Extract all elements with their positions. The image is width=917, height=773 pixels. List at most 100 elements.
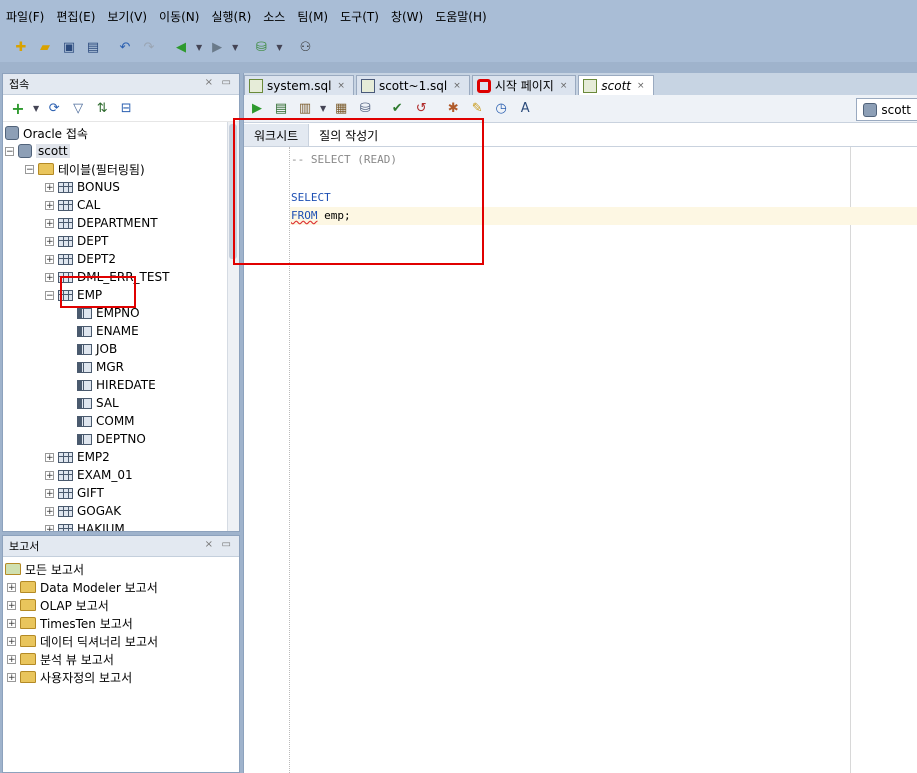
open-folder-icon[interactable]: ▰	[36, 38, 54, 56]
run-script-icon[interactable]: ▤	[272, 100, 290, 118]
table-node[interactable]: + EXAM_01	[45, 466, 133, 484]
close-tab-icon[interactable]: ×	[560, 81, 568, 91]
add-connection-dropdown-icon[interactable]: ▼	[33, 104, 39, 113]
menu-view[interactable]: 보기(V)	[107, 8, 147, 25]
report-folder-node[interactable]: + 분석 뷰 보고서	[7, 650, 114, 668]
report-folder-node[interactable]: + OLAP 보고서	[7, 596, 109, 614]
add-connection-icon[interactable]: +	[9, 99, 27, 118]
sql-history-icon[interactable]: ◷	[492, 100, 510, 118]
save-icon[interactable]: ▣	[60, 38, 78, 56]
unshared-worksheet-icon[interactable]: ✱	[444, 100, 462, 118]
expand-icon[interactable]: +	[7, 672, 16, 682]
menu-run[interactable]: 실행(R)	[211, 8, 251, 25]
close-tab-icon[interactable]: ×	[637, 81, 645, 91]
expand-icon[interactable]: +	[7, 618, 16, 628]
menu-tools[interactable]: 도구(T)	[340, 8, 379, 25]
collapse-icon[interactable]: −	[25, 164, 34, 174]
menu-window[interactable]: 창(W)	[391, 8, 423, 25]
expand-icon[interactable]: +	[45, 470, 54, 480]
table-node[interactable]: + DEPT2	[45, 250, 116, 268]
column-node[interactable]: COMM	[77, 412, 135, 430]
table-node[interactable]: + EMP2	[45, 448, 110, 466]
binoculars-icon[interactable]: ⚇	[296, 38, 314, 56]
column-node[interactable]: DEPTNO	[77, 430, 146, 448]
rollback-icon[interactable]: ↺	[412, 100, 430, 118]
tab-document[interactable]: system.sql ×	[244, 75, 354, 95]
oracle-connections-node[interactable]: Oracle 접속	[5, 124, 88, 142]
report-folder-node[interactable]: + Data Modeler 보고서	[7, 578, 158, 596]
close-icon[interactable]: ×	[205, 539, 213, 550]
close-tab-icon[interactable]: ×	[337, 81, 345, 91]
refresh-icon[interactable]: ⟳	[45, 99, 63, 117]
table-node[interactable]: + DEPT	[45, 232, 108, 250]
table-node[interactable]: + HAKJUM	[45, 520, 125, 531]
commit-icon[interactable]: ✔	[388, 100, 406, 118]
expand-icon[interactable]: +	[45, 488, 54, 498]
close-tab-icon[interactable]: ×	[453, 81, 461, 91]
sql-worksheet-icon[interactable]: ⛁	[252, 38, 270, 56]
column-node[interactable]: SAL	[77, 394, 119, 412]
menu-team[interactable]: 팀(M)	[297, 8, 328, 25]
collapse-icon[interactable]: −	[5, 146, 14, 156]
minimize-icon[interactable]: ▭	[222, 539, 231, 550]
close-icon[interactable]: ×	[205, 77, 213, 88]
expand-icon[interactable]: +	[45, 200, 54, 210]
forward-dropdown-icon[interactable]: ▼	[232, 43, 238, 52]
tab-document[interactable]: 시작 페이지 ×	[471, 75, 577, 95]
expand-icon[interactable]: +	[45, 218, 54, 228]
sql-tuning-icon[interactable]: ⛁	[356, 100, 374, 118]
table-node[interactable]: + GIFT	[45, 484, 104, 502]
explain-plan-icon[interactable]: ▦	[332, 100, 350, 118]
save-all-icon[interactable]: ▤	[84, 38, 102, 56]
new-icon[interactable]: ✚	[12, 38, 30, 56]
minimize-icon[interactable]: ▭	[222, 77, 231, 88]
expand-icon[interactable]: +	[7, 654, 16, 664]
menu-file[interactable]: 파일(F)	[6, 8, 44, 25]
column-node[interactable]: ENAME	[77, 322, 139, 340]
undo-icon[interactable]: ↶	[116, 38, 134, 56]
format-icon[interactable]: A	[516, 100, 534, 118]
tab-document[interactable]: scott~1.sql ×	[355, 75, 470, 95]
expand-icon[interactable]: +	[45, 506, 54, 516]
menu-help[interactable]: 도움말(H)	[435, 8, 487, 25]
forward-icon[interactable]: ▶	[208, 38, 226, 56]
sql-worksheet-dropdown-icon[interactable]: ▼	[276, 43, 282, 52]
menu-source[interactable]: 소스	[263, 8, 285, 25]
back-dropdown-icon[interactable]: ▼	[196, 43, 202, 52]
menu-navigate[interactable]: 이동(N)	[159, 8, 199, 25]
column-node[interactable]: HIREDATE	[77, 376, 156, 394]
collapse-all-icon[interactable]: ⊟	[117, 99, 135, 117]
expand-icon[interactable]: +	[45, 236, 54, 246]
expand-icon[interactable]: +	[45, 182, 54, 192]
redo-icon[interactable]: ↷	[140, 38, 158, 56]
expand-icon[interactable]: +	[45, 524, 54, 531]
expand-icon[interactable]: +	[7, 636, 16, 646]
collapse-icon[interactable]: −	[45, 290, 54, 300]
clear-icon[interactable]: ✎	[468, 100, 486, 118]
autotrace-icon[interactable]: ▥	[296, 100, 314, 118]
connection-selector[interactable]: scott	[856, 98, 917, 121]
column-node[interactable]: JOB	[77, 340, 117, 358]
expand-icon[interactable]: +	[7, 582, 16, 592]
report-folder-node[interactable]: + 데이터 딕셔너리 보고서	[7, 632, 158, 650]
column-node[interactable]: MGR	[77, 358, 124, 376]
filter-icon[interactable]: ▽	[69, 99, 87, 117]
all-reports-node[interactable]: 모든 보고서	[5, 560, 84, 578]
autotrace-dropdown-icon[interactable]: ▼	[320, 104, 326, 113]
run-statement-icon[interactable]: ▶	[248, 100, 266, 118]
connection-scott-node[interactable]: − scott	[5, 142, 70, 160]
menu-edit[interactable]: 편집(E)	[56, 8, 95, 25]
report-folder-node[interactable]: + 사용자정의 보고서	[7, 668, 132, 686]
table-node[interactable]: + DEPARTMENT	[45, 214, 158, 232]
back-icon[interactable]: ◀	[172, 38, 190, 56]
expand-icon[interactable]: +	[45, 272, 54, 282]
expand-icon[interactable]: +	[7, 600, 16, 610]
table-node[interactable]: + GOGAK	[45, 502, 121, 520]
table-node[interactable]: + CAL	[45, 196, 100, 214]
schema-browser-icon[interactable]: ⇅	[93, 99, 111, 117]
report-folder-node[interactable]: + TimesTen 보고서	[7, 614, 133, 632]
tables-folder-node[interactable]: − 테이블(필터링됨)	[25, 160, 145, 178]
expand-icon[interactable]: +	[45, 452, 54, 462]
table-node[interactable]: + BONUS	[45, 178, 120, 196]
tab-document[interactable]: scott ×	[578, 75, 654, 95]
